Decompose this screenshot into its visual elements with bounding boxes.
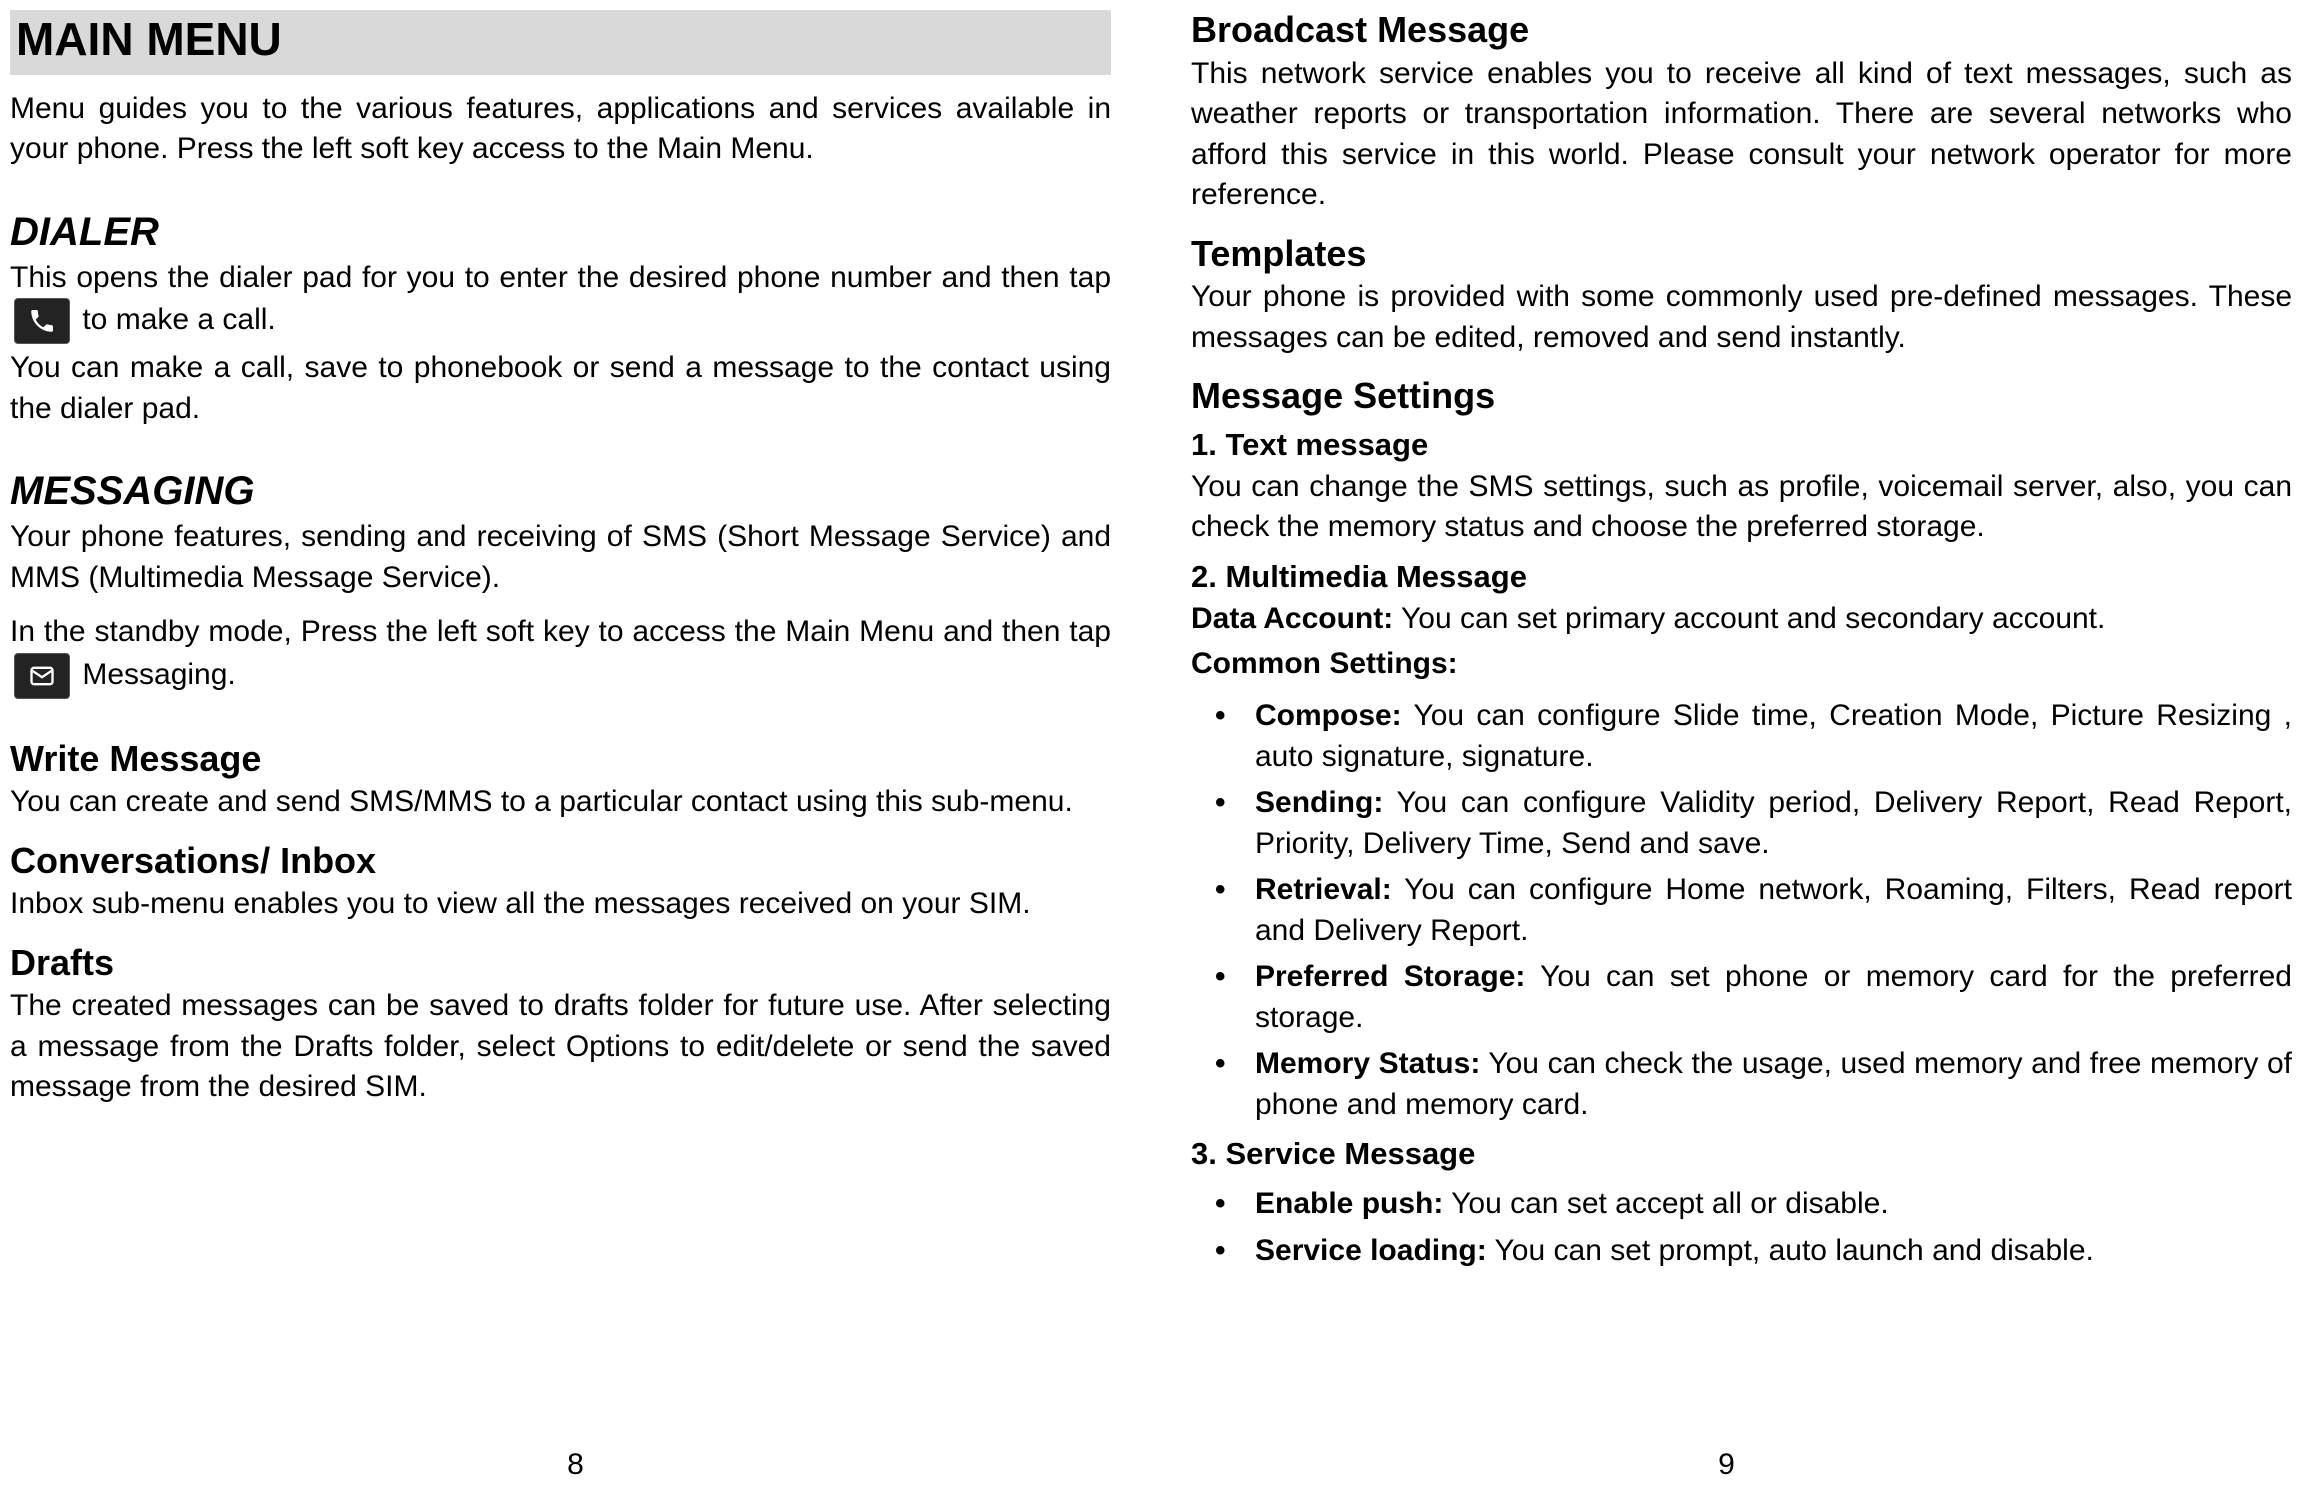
bullet-label: Sending: <box>1255 786 1383 819</box>
messaging-text-2a: In the standby mode, Press the left soft… <box>10 615 1111 648</box>
bullet-label: Compose: <box>1255 699 1402 732</box>
broadcast-paragraph: This network service enables you to rece… <box>1191 54 2292 216</box>
bullet-label: Memory Status: <box>1255 1047 1480 1080</box>
broadcast-heading: Broadcast Message <box>1191 10 2292 50</box>
dialer-heading: DIALER <box>10 210 1111 254</box>
bullet-text: You can set prompt, auto launch and disa… <box>1487 1234 2094 1267</box>
service-message-list: Enable push: You can set accept all or d… <box>1191 1178 2292 1271</box>
templates-heading: Templates <box>1191 234 2292 274</box>
bullet-text: You can configure Validity period, Deliv… <box>1255 786 2292 860</box>
data-account-label: Data Account: <box>1191 602 1393 635</box>
dialer-paragraph-2: You can make a call, save to phonebook o… <box>10 348 1111 429</box>
call-icon <box>14 298 70 344</box>
bullet-text: You can set accept all or disable. <box>1443 1187 1888 1220</box>
list-item: Sending: You can configure Validity peri… <box>1191 783 2292 864</box>
write-message-paragraph: You can create and send SMS/MMS to a par… <box>10 782 1111 823</box>
common-settings-label: Common Settings: <box>1191 644 2292 685</box>
text-message-paragraph: You can change the SMS settings, such as… <box>1191 467 2292 548</box>
drafts-heading: Drafts <box>10 943 1111 983</box>
list-item: Retrieval: You can configure Home networ… <box>1191 870 2292 951</box>
data-account-line: Data Account: You can set primary accoun… <box>1191 599 2292 640</box>
main-menu-title: MAIN MENU <box>10 10 1111 75</box>
data-account-text: You can set primary account and secondar… <box>1393 602 2105 635</box>
messaging-paragraph-2: In the standby mode, Press the left soft… <box>10 612 1111 699</box>
messaging-paragraph-1: Your phone features, sending and receivi… <box>10 517 1111 598</box>
bullet-label: Enable push: <box>1255 1187 1443 1220</box>
bullet-text: You can configure Home network, Roaming,… <box>1255 873 2292 947</box>
list-item: Enable push: You can set accept all or d… <box>1191 1184 2292 1225</box>
message-settings-heading: Message Settings <box>1191 376 2292 416</box>
page-spread: MAIN MENU Menu guides you to the various… <box>0 0 2302 1500</box>
intro-paragraph: Menu guides you to the various features,… <box>10 89 1111 170</box>
dialer-text-1a: This opens the dialer pad for you to ent… <box>10 261 1111 294</box>
messaging-text-2b: Messaging. <box>82 658 235 691</box>
inbox-paragraph: Inbox sub-menu enables you to view all t… <box>10 884 1111 925</box>
templates-paragraph: Your phone is provided with some commonl… <box>1191 277 2292 358</box>
text-message-heading: 1. Text message <box>1191 426 2292 463</box>
page-number-right: 9 <box>1151 1448 2302 1482</box>
write-message-heading: Write Message <box>10 739 1111 779</box>
list-item: Memory Status: You can check the usage, … <box>1191 1044 2292 1125</box>
bullet-text: You can configure Slide time, Creation M… <box>1255 699 2292 773</box>
list-item: Compose: You can configure Slide time, C… <box>1191 696 2292 777</box>
bullet-label: Preferred Storage: <box>1255 960 1525 993</box>
bullet-label: Service loading: <box>1255 1234 1487 1267</box>
common-settings-list: Compose: You can configure Slide time, C… <box>1191 690 2292 1125</box>
drafts-paragraph: The created messages can be saved to dra… <box>10 986 1111 1108</box>
page-number-left: 8 <box>0 1448 1151 1482</box>
dialer-text-1b: to make a call. <box>82 303 275 336</box>
messaging-icon <box>14 653 70 699</box>
dialer-paragraph-1: This opens the dialer pad for you to ent… <box>10 258 1111 345</box>
inbox-heading: Conversations/ Inbox <box>10 841 1111 881</box>
list-item: Service loading: You can set prompt, aut… <box>1191 1231 2292 1272</box>
bullet-label: Retrieval: <box>1255 873 1392 906</box>
left-page: MAIN MENU Menu guides you to the various… <box>0 0 1151 1500</box>
right-page: Broadcast Message This network service e… <box>1151 0 2302 1500</box>
multimedia-message-heading: 2. Multimedia Message <box>1191 558 2292 595</box>
messaging-heading: MESSAGING <box>10 469 1111 513</box>
list-item: Preferred Storage: You can set phone or … <box>1191 957 2292 1038</box>
service-message-heading: 3. Service Message <box>1191 1135 2292 1172</box>
